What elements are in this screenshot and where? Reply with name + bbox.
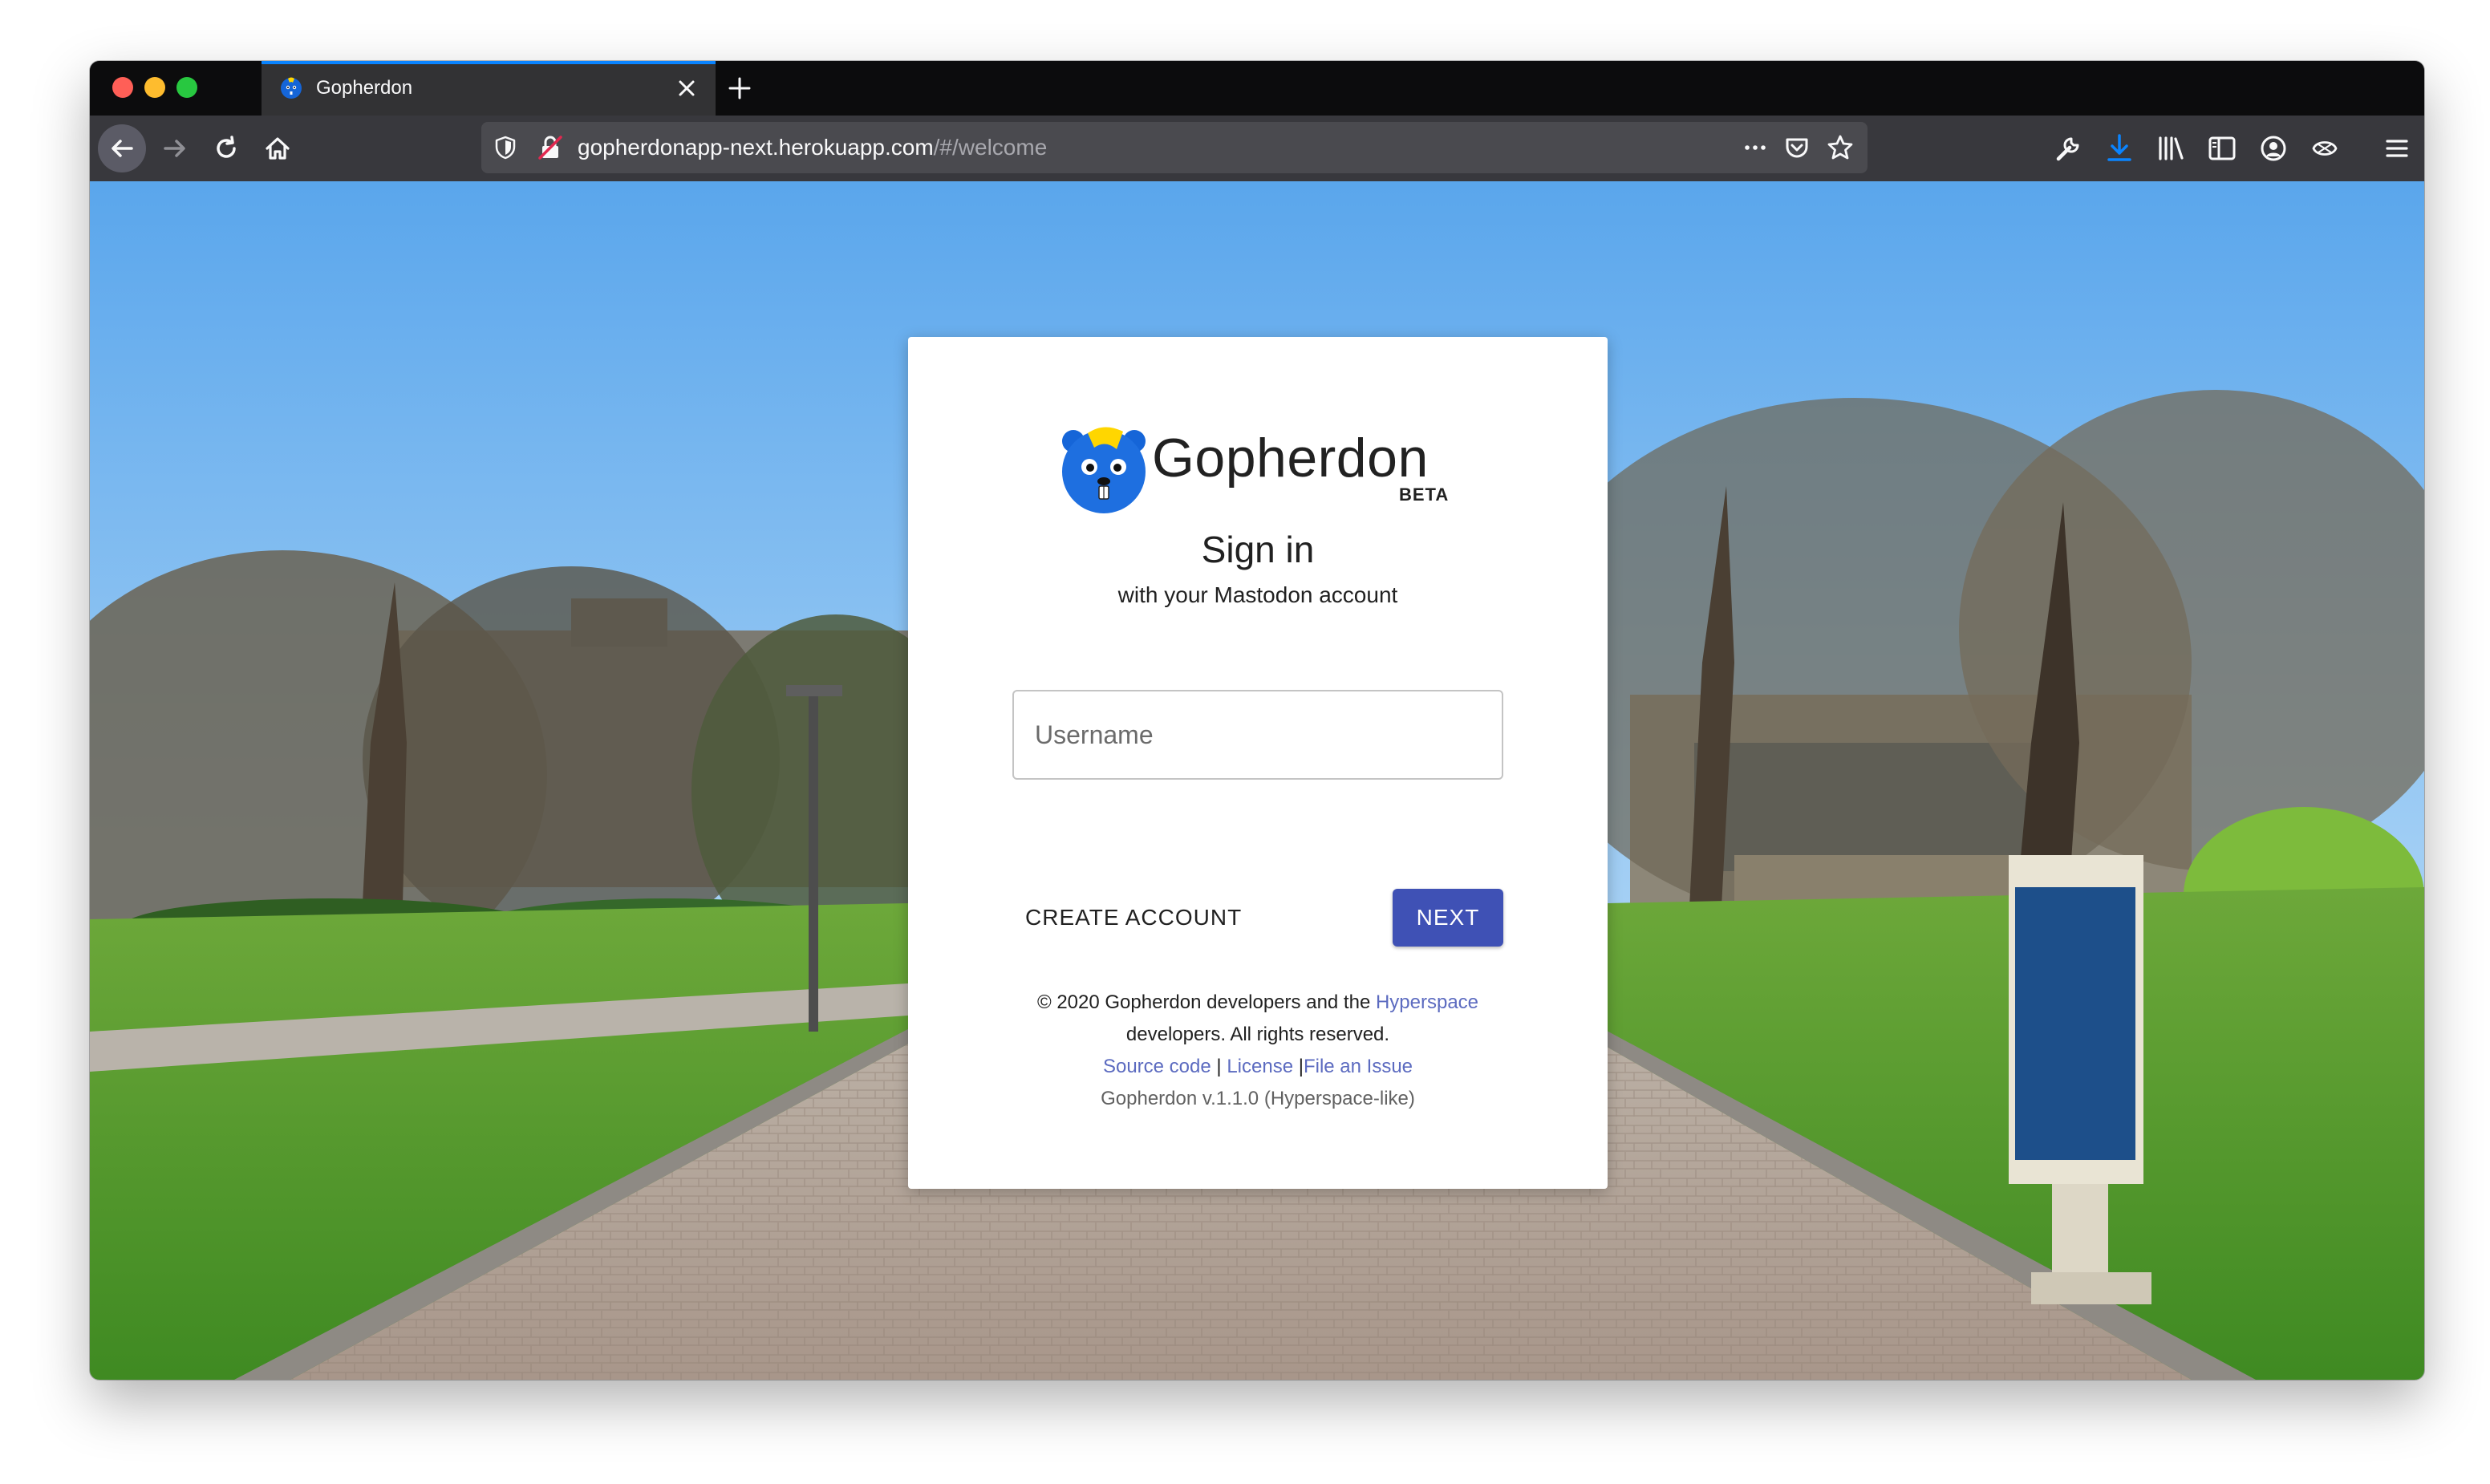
brand-name: Gopherdon	[1152, 428, 1429, 489]
url-host: gopherdonapp-next.herokuapp.com	[578, 135, 934, 160]
more-icon[interactable]	[1741, 133, 1770, 162]
copyright-suffix: developers. All rights reserved.	[1125, 1024, 1390, 1045]
extension-icon[interactable]	[2309, 132, 2341, 164]
file-issue-link[interactable]: File an Issue	[1304, 1056, 1413, 1077]
username-input[interactable]	[1012, 690, 1503, 780]
version-text: Gopherdon v.1.1.0 (Hyperspace-like)	[1101, 1088, 1415, 1109]
reload-icon	[217, 136, 236, 158]
link-separator: |	[1293, 1056, 1304, 1077]
page-subtitle: with your Mastodon account	[1117, 582, 1398, 607]
close-window-button[interactable]	[112, 77, 133, 98]
pocket-icon[interactable]	[1782, 133, 1811, 162]
hyperspace-link[interactable]: Hyperspace	[1376, 991, 1478, 1013]
new-tab-icon[interactable]	[724, 72, 756, 104]
library-icon[interactable]	[2155, 132, 2187, 164]
zoom-window-button[interactable]	[176, 77, 197, 98]
back-arrow-icon	[112, 140, 133, 157]
copyright-prefix: © 2020 Gopherdon developers and the	[1036, 991, 1376, 1013]
beta-badge: BETA	[1399, 485, 1450, 505]
home-button[interactable]	[253, 124, 302, 172]
source-code-link[interactable]: Source code	[1103, 1056, 1211, 1077]
license-link[interactable]: License	[1227, 1056, 1293, 1077]
insecure-lock-icon[interactable]	[536, 133, 565, 162]
web-content: Gopherdon BETA Sign in with your Mastodo…	[90, 181, 2424, 1380]
gopherdon-favicon-icon	[281, 77, 302, 99]
forward-button[interactable]	[151, 124, 199, 172]
forward-arrow-icon	[164, 140, 185, 157]
download-icon[interactable]	[2103, 132, 2135, 164]
gopherdon-logo-icon	[1062, 427, 1146, 513]
tab-title: Gopherdon	[316, 77, 413, 99]
page: Gopherdon gopherdonapp-next.herokuapp.co…	[0, 0, 2490, 1484]
sign-in-card: Gopherdon BETA Sign in with your Mastodo…	[908, 337, 1608, 1189]
home-icon	[266, 137, 290, 160]
tab-strip: Gopherdon	[90, 61, 2424, 116]
wrench-icon[interactable]	[2052, 132, 2084, 164]
copyright-line: © 2020 Gopherdon developers and the Hype…	[908, 991, 1608, 1014]
footer-links: Source code | License |File an Issue	[908, 1056, 1608, 1078]
url-text[interactable]: gopherdonapp-next.herokuapp.com/#/welcom…	[578, 135, 1047, 160]
sidebar-icon[interactable]	[2206, 132, 2238, 164]
address-bar[interactable]: gopherdonapp-next.herokuapp.com/#/welcom…	[481, 122, 1868, 173]
reload-button[interactable]	[202, 124, 250, 172]
url-path: /#/welcome	[933, 135, 1048, 160]
link-separator: |	[1211, 1056, 1227, 1077]
account-icon[interactable]	[2257, 132, 2289, 164]
browser-window: Gopherdon gopherdonapp-next.herokuapp.co…	[90, 61, 2424, 1380]
back-button[interactable]	[98, 124, 146, 172]
tab-gopherdon[interactable]: Gopherdon	[262, 61, 716, 116]
page-title: Sign in	[1201, 529, 1315, 570]
next-button[interactable]: NEXT	[1393, 889, 1503, 947]
star-icon[interactable]	[1826, 133, 1855, 162]
navigation-toolbar: gopherdonapp-next.herokuapp.com/#/welcom…	[90, 116, 2424, 181]
shield-icon[interactable]	[493, 135, 518, 160]
create-account-button[interactable]: CREATE ACCOUNT	[1012, 889, 1250, 947]
close-tab-icon[interactable]	[672, 74, 701, 103]
menu-icon[interactable]	[2381, 132, 2413, 164]
minimize-window-button[interactable]	[144, 77, 165, 98]
